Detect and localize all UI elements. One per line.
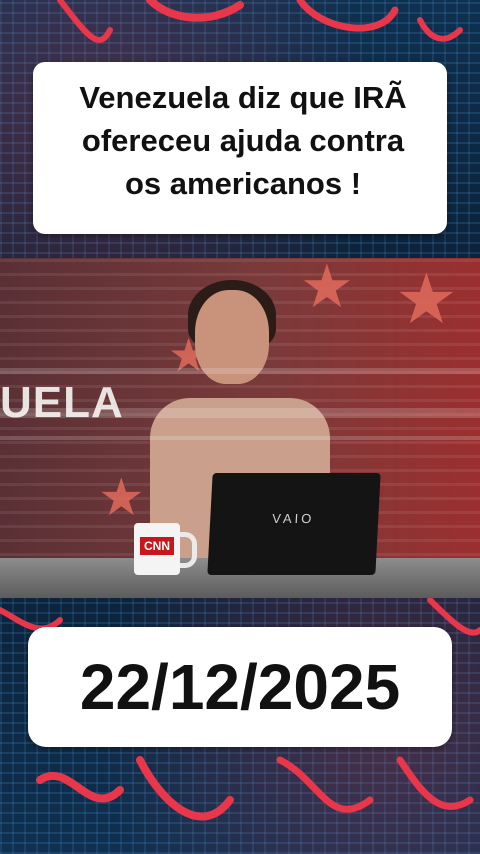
glitch-line bbox=[0, 368, 480, 374]
news-video-frame[interactable]: ★ ★ ★ ★ UELA VAIO CNN bbox=[0, 258, 480, 598]
laptop: VAIO bbox=[207, 473, 381, 575]
laptop-logo: VAIO bbox=[271, 511, 315, 526]
star-icon: ★ bbox=[395, 260, 458, 338]
date-text: 22/12/2025 bbox=[79, 651, 401, 723]
star-icon: ★ bbox=[300, 258, 354, 320]
star-icon: ★ bbox=[98, 469, 145, 527]
headline-text: Venezuela diz que IRÃ ofereceu ajuda con… bbox=[79, 80, 407, 201]
headline-card: Venezuela diz que IRÃ ofereceu ajuda con… bbox=[33, 62, 447, 234]
date-card: 22/12/2025 bbox=[28, 627, 452, 747]
glitch-line bbox=[0, 436, 480, 440]
glitch-line bbox=[0, 408, 480, 418]
mug-logo: CNN bbox=[140, 537, 174, 555]
mug: CNN bbox=[134, 523, 180, 575]
